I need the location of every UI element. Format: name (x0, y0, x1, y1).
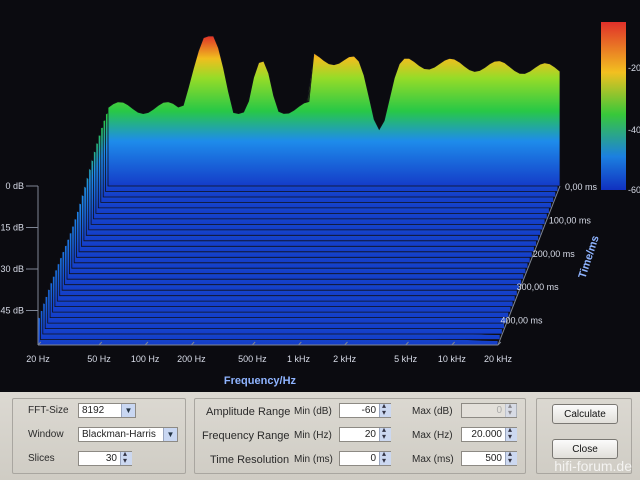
freq-min-value: 20 (364, 429, 376, 440)
x-tick-label: 500 Hz (238, 354, 267, 364)
close-button[interactable]: Close (552, 439, 618, 459)
time-max-spinner-icon[interactable] (505, 449, 517, 465)
slices-value: 30 (105, 453, 117, 464)
x-tick-label: 20 kHz (484, 354, 513, 364)
y-tick-label: -45 dB (0, 306, 24, 316)
time-tick-label: 200,00 ms (533, 249, 576, 259)
slices-label: Slices (28, 453, 55, 464)
colorbar-tick-label: -20 (628, 63, 640, 73)
fft-size-dropdown-icon[interactable]: ▼ (121, 404, 135, 417)
colorbar-tick-label: -40 (628, 125, 640, 135)
amp-min-value: -60 (361, 405, 376, 416)
freq-min-label: Min (Hz) (294, 430, 332, 441)
time-tick-label: 300,00 ms (517, 282, 560, 292)
amp-min-spinner-icon[interactable] (379, 401, 391, 417)
time-tick-label: 0,00 ms (565, 182, 598, 192)
x-axis-title: Frequency/Hz (224, 375, 297, 387)
waterfall-plot: 20 Hz 50 Hz 100 Hz 200 Hz 500 Hz 1 kHz 2 kHz 5 … (0, 0, 640, 392)
window-label: Window (28, 429, 64, 440)
amplitude-range-label: Amplitude Range (206, 406, 291, 418)
time-min-value: 0 (370, 453, 376, 464)
fft-size-label: FFT-Size (28, 405, 69, 416)
amp-max-spinner-icon (505, 401, 517, 417)
time-max-label: Max (ms) (412, 454, 454, 465)
amp-min-label: Min (dB) (294, 406, 332, 417)
time-tick-label: 400,00 ms (501, 316, 544, 326)
waterfall-chart-svg: 20 Hz 50 Hz 100 Hz 200 Hz 500 Hz 1 kHz 2 kHz 5 … (0, 0, 640, 392)
calculate-button[interactable]: Calculate (552, 404, 618, 424)
freq-max-label: Max (Hz) (412, 430, 453, 441)
window-value: Blackman-Harris (82, 429, 156, 440)
y-tick-label: -15 dB (0, 223, 24, 233)
y-tick-label: -30 dB (0, 264, 24, 274)
freq-max-value: 20.000 (471, 429, 502, 440)
x-tick-label: 5 kHz (394, 354, 418, 364)
freq-max-spinner-icon[interactable] (505, 425, 517, 441)
x-tick-label: 100 Hz (131, 354, 160, 364)
frequency-range-label: Frequency Range (202, 430, 290, 442)
colorbar (601, 22, 626, 190)
x-tick-label: 20 Hz (26, 354, 50, 364)
slices-spinner-icon[interactable] (120, 449, 132, 465)
time-tick-label: 100,00 ms (549, 215, 592, 225)
x-tick-label: 50 Hz (87, 354, 111, 364)
y-tick-label: 0 dB (5, 181, 24, 191)
x-tick-label: 2 kHz (333, 354, 357, 364)
settings-panel: FFT-Size 8192 ▼ Window Blackman-Harris ▼… (0, 392, 640, 480)
x-tick-label: 1 kHz (287, 354, 311, 364)
x-tick-label: 200 Hz (177, 354, 206, 364)
fft-size-value: 8192 (82, 405, 105, 416)
time-min-spinner-icon[interactable] (379, 449, 391, 465)
colorbar-tick-label: -60 (628, 185, 640, 195)
time-max-value: 500 (485, 453, 502, 464)
window-dropdown-icon[interactable]: ▼ (163, 428, 177, 441)
freq-min-spinner-icon[interactable] (379, 425, 391, 441)
watermark-text: hifi-forum.de (554, 458, 632, 474)
amp-max-value: 0 (496, 405, 502, 416)
amp-max-label: Max (dB) (412, 406, 453, 417)
x-tick-label: 10 kHz (438, 354, 467, 364)
time-min-label: Min (ms) (294, 454, 333, 465)
time-resolution-label: Time Resolution (210, 454, 290, 466)
